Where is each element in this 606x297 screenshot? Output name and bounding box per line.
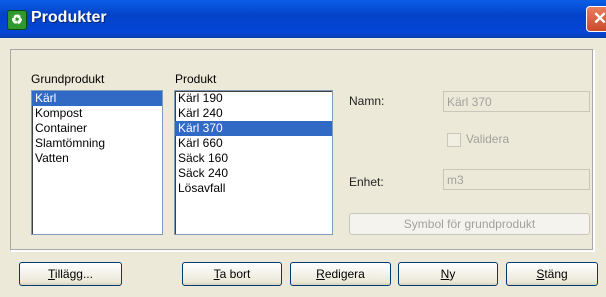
new-label: y: [449, 267, 456, 281]
list-item[interactable]: Kärl 660: [175, 136, 332, 151]
list-item[interactable]: Kärl 190: [175, 91, 332, 106]
close-window-button[interactable]: ✕: [586, 6, 606, 32]
validate-label: Validera: [466, 132, 510, 146]
list-item[interactable]: Kärl 370: [175, 121, 332, 136]
name-label: Namn:: [349, 94, 385, 108]
close-label: täng: [544, 267, 568, 281]
add-mnemonic: T: [48, 267, 55, 281]
list-item[interactable]: Säck 160: [175, 151, 332, 166]
validate-checkbox[interactable]: [447, 133, 461, 147]
edit-mnemonic: R: [316, 267, 325, 281]
list-item[interactable]: Lösavfall: [175, 181, 332, 196]
recycle-icon: ♻: [7, 10, 27, 30]
unit-field[interactable]: m3: [443, 169, 590, 190]
name-field[interactable]: Kärl 370: [443, 91, 590, 112]
close-button[interactable]: Stäng: [506, 262, 598, 286]
title-bar[interactable]: ♻ Produkter ✕: [0, 0, 606, 38]
grundprodukt-list[interactable]: Kärl Kompost Container Slamtömning Vatte…: [31, 90, 163, 235]
symbol-button[interactable]: Symbol för grundprodukt: [349, 213, 590, 235]
list-item[interactable]: Kompost: [32, 106, 162, 121]
list-item[interactable]: Slamtömning: [32, 136, 162, 151]
close-icon: ✕: [592, 9, 606, 28]
list-item[interactable]: Container: [32, 121, 162, 136]
edit-label: edigera: [324, 267, 365, 281]
list-item[interactable]: Kärl: [32, 91, 162, 106]
window-title: Produkter: [31, 9, 107, 26]
remove-button[interactable]: Ta bort: [182, 262, 282, 286]
list-item[interactable]: Säck 240: [175, 166, 332, 181]
grundprodukt-label: Grundprodukt: [31, 72, 105, 86]
produkt-list[interactable]: Kärl 190 Kärl 240 Kärl 370 Kärl 660 Säck…: [174, 90, 333, 235]
remove-label: a bort: [219, 267, 251, 281]
edit-button[interactable]: Redigera: [290, 262, 391, 286]
unit-label: Enhet:: [349, 175, 384, 189]
list-item[interactable]: Vatten: [32, 151, 162, 166]
list-item[interactable]: Kärl 240: [175, 106, 332, 121]
new-button[interactable]: Ny: [398, 262, 498, 286]
produkt-label: Produkt: [175, 72, 217, 86]
add-label: illägg...: [54, 267, 93, 281]
add-button[interactable]: Tillägg...: [19, 262, 122, 286]
